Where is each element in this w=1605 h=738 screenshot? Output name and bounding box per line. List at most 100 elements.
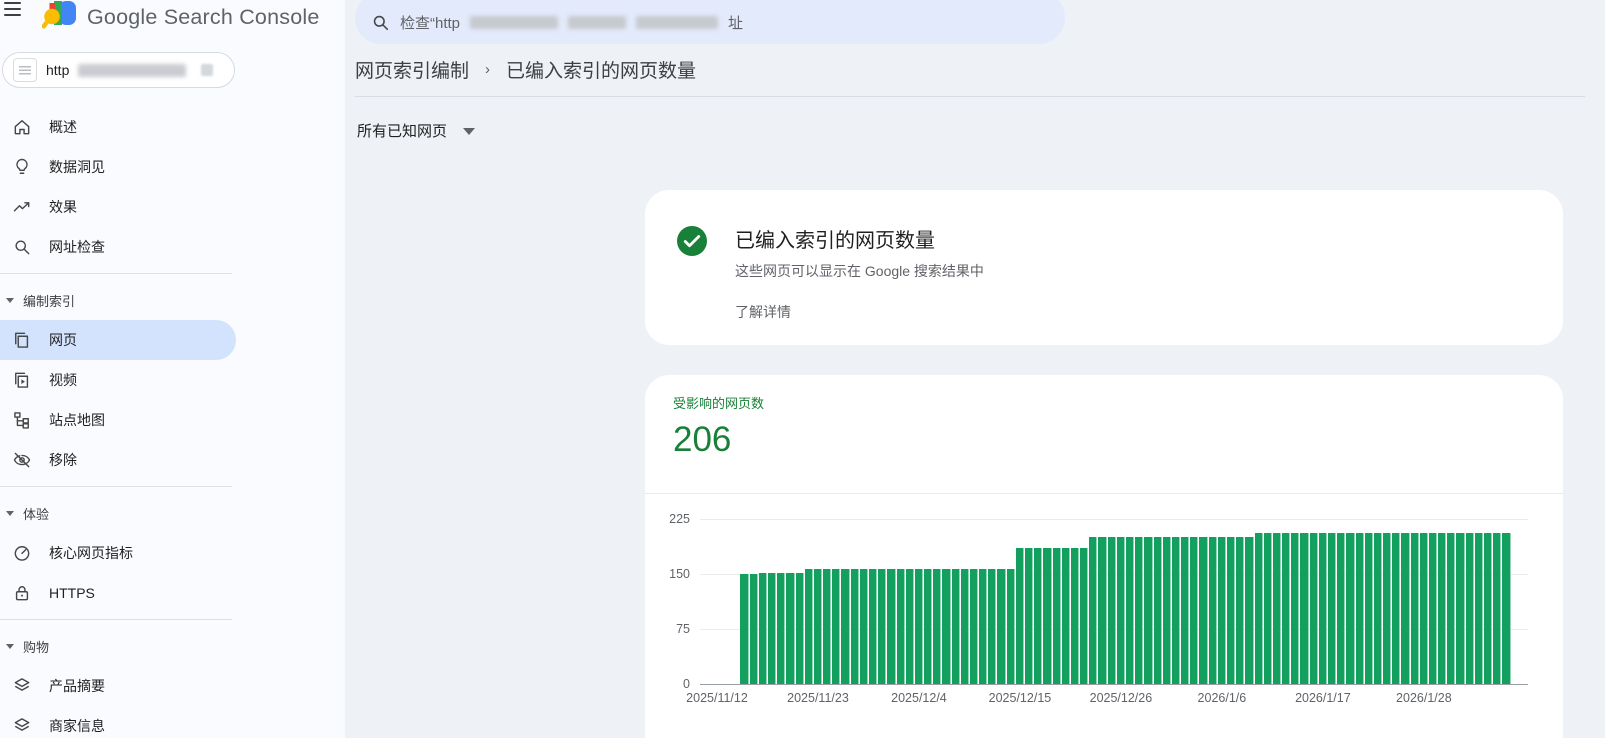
chart-bar (1309, 532, 1318, 684)
chart-bar (1300, 532, 1309, 684)
sidebar-item[interactable]: 效果 (0, 187, 236, 227)
sidebar-item[interactable]: 商家信息 (0, 706, 236, 738)
sidebar-item-label: 网址检查 (49, 239, 105, 255)
chart-bar (1392, 532, 1401, 684)
chart-bar (1061, 548, 1070, 684)
chart-bar (823, 568, 832, 684)
chart-bar (1006, 568, 1015, 684)
menu-icon[interactable] (4, 2, 22, 18)
chart-bar (758, 572, 767, 684)
sidebar-section-header[interactable]: 体验 (0, 493, 345, 533)
chart-bar (832, 568, 841, 684)
trending-up-icon (12, 197, 32, 217)
x-axis-baseline (700, 684, 1528, 685)
chart-bar (1236, 537, 1245, 684)
chart-bar (1015, 548, 1025, 684)
app-root: Google Search Console http 概述数据洞见效果网址检查编… (0, 0, 1605, 738)
sidebar-section-label: 体验 (23, 506, 50, 522)
sidebar-item-label: 网页 (49, 332, 77, 348)
sidebar-item[interactable]: 数据洞见 (0, 147, 236, 187)
chart-bar (1373, 532, 1383, 684)
chart-bar (1089, 537, 1098, 684)
y-axis-tick-label: 75 (676, 622, 690, 636)
sidebar-divider (0, 267, 345, 280)
status-card-title: 已编入索引的网页数量 (735, 230, 935, 252)
chart-bar (1098, 537, 1107, 684)
chart-bar (868, 568, 878, 684)
breadcrumb-page-indexing[interactable]: 网页索引编制 (355, 56, 469, 83)
sidebar-item-label: 移除 (49, 452, 77, 468)
gridline (700, 519, 1528, 520)
chart-bar (1043, 548, 1052, 684)
chart-bar (1465, 532, 1474, 684)
sidebar-item[interactable]: 网页 (0, 320, 236, 360)
sidebar-item[interactable]: 概述 (0, 107, 236, 147)
breadcrumb-divider (355, 96, 1585, 97)
caret-down-icon (6, 297, 14, 303)
chart-bar (1474, 532, 1484, 684)
x-axis-tick-label: 2025/11/23 (787, 691, 849, 705)
sidebar: Google Search Console http 概述数据洞见效果网址检查编… (0, 0, 345, 738)
chart-bar (1107, 537, 1116, 684)
sidebar-item[interactable]: HTTPS (0, 573, 236, 613)
search-icon (373, 15, 389, 30)
chart-bar (1162, 537, 1171, 684)
chart-plot[interactable]: 0 75 150 225 2025/11/12 2025/11/23 2025/12/4 20… (669, 512, 1528, 705)
logo-text: Google Search Console (87, 4, 320, 29)
video-pages-icon (12, 370, 32, 390)
sidebar-item[interactable]: 移除 (0, 440, 236, 480)
page-filter-dropdown[interactable]: 所有已知网页 (357, 120, 476, 141)
chevron-down-icon (463, 128, 476, 135)
chart-bar (1456, 532, 1465, 684)
caret-down-icon (6, 643, 14, 649)
search-text-suffix: 址 (728, 14, 744, 32)
chart-bar (1484, 532, 1493, 684)
chart-bar (1282, 532, 1291, 684)
sidebar-section-label: 购物 (23, 639, 50, 655)
chart-bar (997, 568, 1006, 684)
search-console-logo-icon (41, 0, 78, 34)
metric-label: 受影响的网页数 (673, 396, 765, 411)
y-axis-tick-label: 0 (683, 677, 690, 691)
chart-bar (1181, 537, 1190, 684)
search-console-logo[interactable]: Google Search Console (41, 0, 320, 34)
learn-more-link[interactable]: 了解详情 (735, 302, 791, 322)
sidebar-item[interactable]: 视频 (0, 360, 236, 400)
chart-bar (905, 568, 914, 684)
search-url-redacted-3 (636, 15, 719, 29)
sidebar-section-header[interactable]: 编制索引 (0, 280, 345, 320)
sidebar-item-label: 效果 (49, 199, 77, 215)
sidebar-section-header[interactable]: 购物 (0, 626, 345, 666)
success-check-icon (677, 226, 707, 345)
lock-icon (12, 583, 32, 603)
url-inspection-search[interactable]: 检查“http 址 (355, 0, 1065, 44)
sidebar-item-label: HTTPS (49, 585, 95, 601)
chart-bar (1502, 532, 1511, 684)
property-selector[interactable]: http (2, 52, 235, 88)
sidebar-item[interactable]: 网址检查 (0, 227, 236, 267)
pages-icon (12, 330, 32, 350)
chart-bar (924, 568, 933, 684)
x-axis-tick-label: 2025/12/15 (988, 691, 1052, 705)
sidebar-item[interactable]: 核心网页指标 (0, 533, 236, 573)
chart-bar (1144, 537, 1153, 684)
sidebar-item-label: 产品摘要 (49, 678, 105, 694)
x-axis-tick-label: 2025/12/26 (1089, 691, 1153, 705)
sidebar-item-label: 概述 (49, 119, 77, 135)
chart-bar (1153, 537, 1162, 684)
breadcrumb: 网页索引编制 › 已编入索引的网页数量 (355, 56, 696, 83)
search-icon (12, 237, 32, 257)
chart-bar (1346, 532, 1355, 684)
chart-bar (933, 568, 942, 684)
removals-eye-off-icon (12, 450, 32, 470)
sidebar-item[interactable]: 站点地图 (0, 400, 236, 440)
chart-bar (1135, 537, 1144, 684)
status-card-body: 已编入索引的网页数量 这些网页可以显示在 Google 搜索结果中 了解详情 (735, 224, 984, 345)
chart-bar (1208, 537, 1217, 684)
chart-bar (1034, 548, 1043, 684)
sidebar-divider (0, 613, 345, 626)
property-url-redacted-tail (201, 64, 214, 76)
chart-bar (777, 572, 786, 684)
chart-bar (1401, 532, 1410, 684)
sidebar-item[interactable]: 产品摘要 (0, 666, 236, 706)
